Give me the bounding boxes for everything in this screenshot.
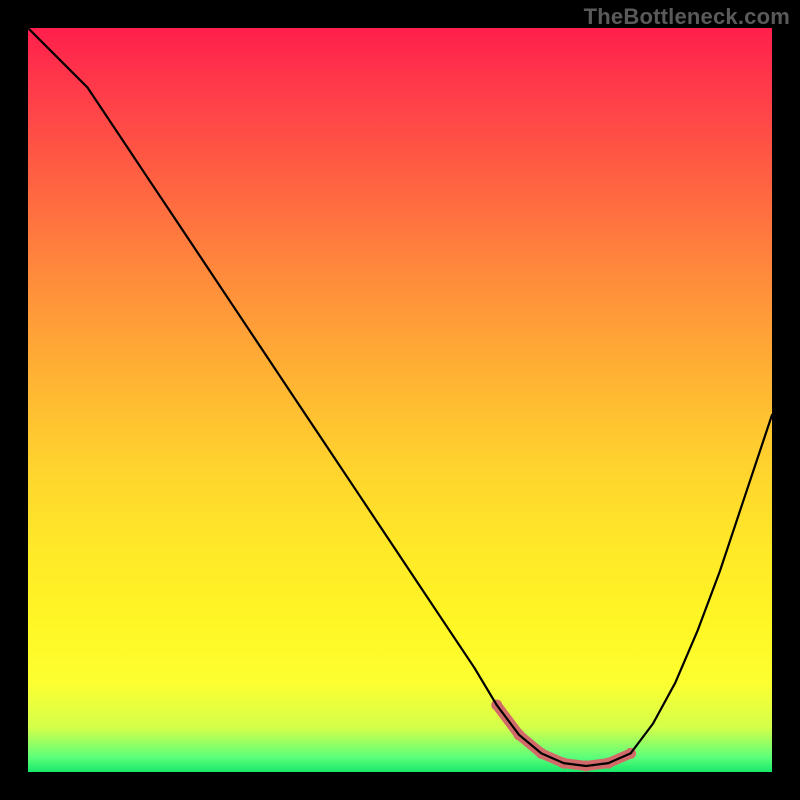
bottleneck-curve-line xyxy=(28,28,772,766)
chart-canvas: TheBottleneck.com xyxy=(0,0,800,800)
curve-svg xyxy=(28,28,772,772)
plot-area xyxy=(28,28,772,772)
watermark-label: TheBottleneck.com xyxy=(584,4,790,30)
